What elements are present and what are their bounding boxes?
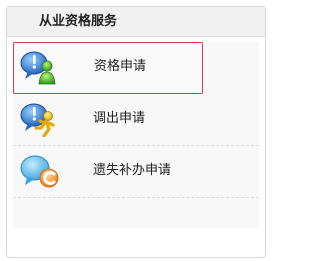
list-item-transfer-out-application[interactable]: 调出申请 (13, 94, 259, 146)
chat-reissue-icon (20, 155, 59, 188)
list-item-label: 遗失补办申请 (93, 163, 172, 178)
list-item-label: 资格申请 (94, 59, 147, 74)
panel-title: 从业资格服务 (7, 7, 265, 37)
service-panel: 从业资格服务 资格申请 调出申请 遗失补办申请 (6, 6, 266, 258)
list-item-label: 调出申请 (93, 111, 146, 126)
user-run-icon (20, 103, 55, 137)
service-list: 资格申请 调出申请 遗失补办申请 (13, 42, 259, 228)
list-item-lost-reissue-application[interactable]: 遗失补办申请 (13, 146, 259, 198)
list-item-qualification-application[interactable]: 资格申请 (13, 42, 203, 94)
user-add-icon (20, 51, 56, 85)
